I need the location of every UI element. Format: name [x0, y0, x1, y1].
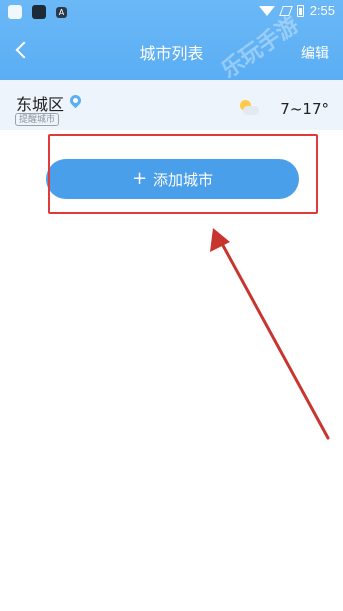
font-notification-icon: A [56, 7, 67, 18]
location-pin-icon [67, 92, 84, 109]
edit-button[interactable]: 编辑 [301, 43, 329, 63]
cloud-shape [243, 106, 259, 115]
remind-city-badge: 提醒城市 [15, 113, 60, 126]
app-notification-icon [8, 5, 22, 19]
highlight-box [48, 134, 318, 214]
temperature-range: 7~17° [280, 100, 329, 118]
page-title: 城市列表 [139, 44, 204, 63]
app-notification-icon [32, 5, 46, 19]
app-header: A 2:55 城市列表 编辑 乐玩手游 [0, 0, 343, 84]
battery-icon [296, 4, 304, 17]
city-name: 东城区 [16, 95, 65, 114]
status-time: 2:55 [309, 3, 335, 18]
partly-cloudy-icon [236, 99, 260, 117]
wifi-icon [258, 5, 275, 16]
